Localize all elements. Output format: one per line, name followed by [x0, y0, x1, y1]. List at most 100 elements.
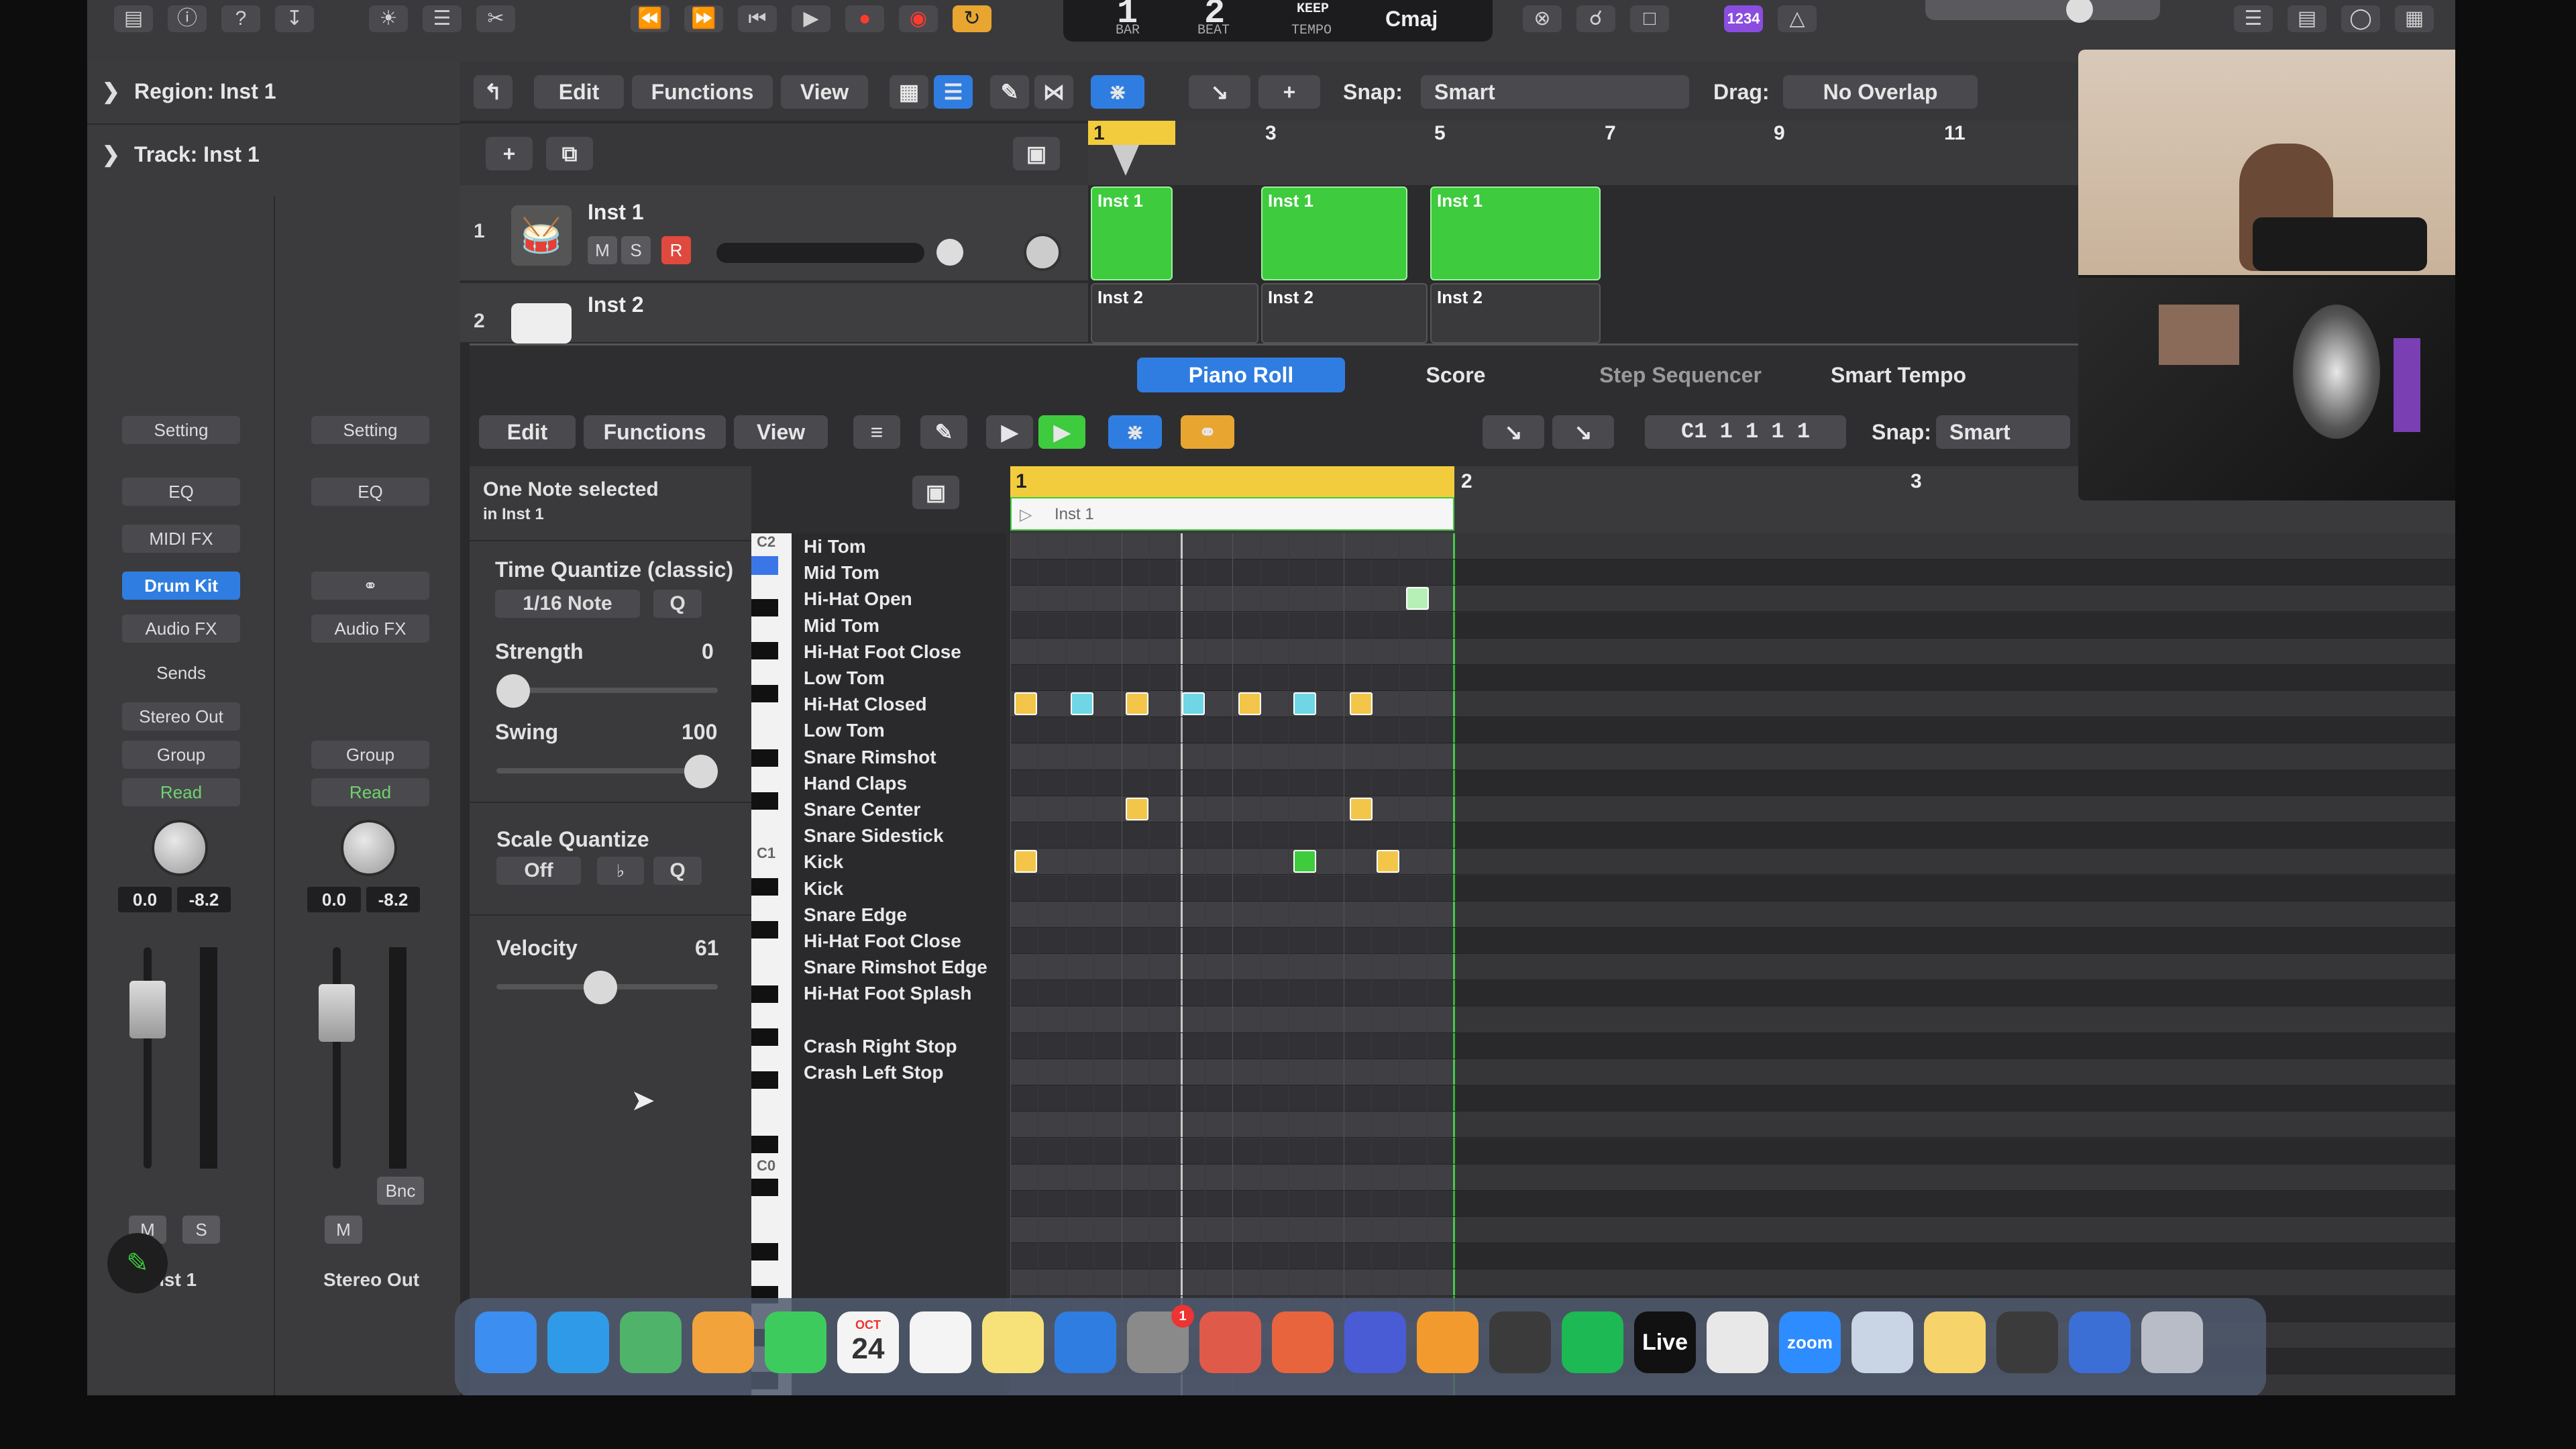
dock-spotify-icon[interactable] [1562, 1311, 1623, 1373]
track-record-button[interactable]: R [661, 236, 691, 264]
dock-zoom-icon[interactable]: zoom [1779, 1311, 1841, 1373]
midi-note[interactable] [1293, 850, 1316, 873]
midi-note[interactable] [1350, 798, 1373, 820]
velocity-slider-thumb[interactable] [584, 971, 617, 1004]
mixer-icon[interactable]: ☰ [423, 5, 462, 32]
view-menu[interactable]: View [781, 75, 868, 109]
info-icon[interactable]: ⓘ [168, 5, 207, 32]
scale-quantize-apply-button[interactable]: Q [653, 857, 702, 885]
dock-garageband-icon[interactable] [1417, 1311, 1479, 1373]
setting-button[interactable]: Setting [311, 416, 429, 444]
track-volume-slider[interactable] [716, 243, 924, 263]
output-button[interactable]: Stereo Out [122, 702, 240, 731]
editor-cycle-region[interactable] [1010, 466, 1454, 497]
catch-icon[interactable]: ▣ [912, 476, 959, 509]
master-volume-slider[interactable] [1925, 0, 2160, 20]
duplicate-track-icon[interactable]: ⧉ [546, 137, 593, 170]
smart-controls-icon[interactable]: ☀ [369, 5, 408, 32]
dock-folder-icon[interactable] [1924, 1311, 1986, 1373]
go-to-start-icon[interactable]: ⏮ [738, 5, 777, 32]
midi-note[interactable] [1182, 692, 1205, 716]
close-circle-icon[interactable]: ⊗ [1523, 5, 1562, 32]
library-icon[interactable]: ▤ [114, 5, 153, 32]
scale-quantize-select[interactable]: Off [496, 857, 581, 885]
bounce-button[interactable]: Bnc [377, 1177, 424, 1205]
audio-fx-button[interactable]: Audio FX [122, 614, 240, 643]
black-key[interactable] [751, 1028, 778, 1046]
dock-launchpad-icon[interactable] [1199, 1311, 1261, 1373]
midi-note[interactable] [1406, 587, 1429, 610]
dock-safari-icon[interactable] [547, 1311, 609, 1373]
functions-menu[interactable]: Functions [632, 75, 773, 109]
region-play-icon[interactable]: ▷ [1020, 505, 1032, 525]
flex-icon[interactable]: ⋇ [1091, 75, 1144, 109]
snap-select[interactable]: Smart [1936, 415, 2070, 449]
region[interactable]: Inst 2 [1261, 283, 1428, 343]
dock-logic-icon[interactable] [1489, 1311, 1551, 1373]
pencil-icon[interactable]: ✎ [107, 1233, 168, 1293]
cycle-icon[interactable]: ↻ [953, 5, 991, 32]
snap-select[interactable]: Smart [1421, 75, 1689, 109]
black-key[interactable] [751, 878, 778, 896]
group-button[interactable]: Group [311, 741, 429, 769]
add-track-icon[interactable]: + [486, 137, 533, 170]
black-key[interactable] [751, 1179, 778, 1196]
link-icon[interactable]: ⚭ [311, 572, 429, 600]
time-quantize-select[interactable]: 1/16 Note [495, 590, 640, 618]
dock-downloads-icon[interactable] [1996, 1311, 2058, 1373]
region[interactable]: Inst 2 [1430, 283, 1601, 343]
region[interactable]: Inst 1 [1261, 186, 1407, 280]
editor-region-header[interactable]: ▷ Inst 1 [1010, 497, 1454, 531]
playhead[interactable] [1112, 145, 1139, 176]
editor-functions-menu[interactable]: Functions [584, 415, 726, 449]
region[interactable]: Inst 2 [1091, 283, 1258, 343]
mute-button[interactable]: M [325, 1216, 362, 1244]
midi-note[interactable] [1014, 692, 1037, 716]
edit-menu[interactable]: Edit [534, 75, 624, 109]
selected-key[interactable] [751, 556, 778, 575]
notepad-icon[interactable]: ▤ [2288, 5, 2326, 32]
solo-button[interactable]: S [182, 1216, 220, 1244]
quantize-apply-button[interactable]: Q [653, 590, 702, 618]
piano-roll-grid[interactable] [1010, 533, 2455, 1395]
loop-browser-icon[interactable]: ◯ [2341, 5, 2380, 32]
track-solo-button[interactable]: S [621, 236, 651, 264]
volume-fader[interactable] [319, 984, 355, 1042]
editor-edit-menu[interactable]: Edit [479, 415, 576, 449]
piano-keyboard[interactable]: C2 C1 C0 [751, 533, 792, 1395]
midi-out-icon[interactable]: ▶ [1038, 415, 1085, 449]
dock-messages-icon[interactable] [765, 1311, 826, 1373]
rewind-icon[interactable]: ⏪ [631, 5, 669, 32]
automation-mode-button[interactable]: Read [122, 778, 240, 806]
dock-maps-icon[interactable] [620, 1311, 682, 1373]
record-icon[interactable]: ● [845, 5, 884, 32]
editors-icon[interactable]: ✂ [476, 5, 515, 32]
automation-mode-button[interactable]: Read [311, 778, 429, 806]
eq-button[interactable]: EQ [311, 478, 429, 506]
drag-select[interactable]: No Overlap [1783, 75, 1978, 109]
dock-stack-icon[interactable] [2069, 1311, 2131, 1373]
black-key[interactable] [751, 921, 778, 938]
instrument-slot[interactable]: Drum Kit [122, 572, 240, 600]
plus-tool-icon[interactable]: + [1258, 75, 1320, 109]
pencil-tool-icon[interactable]: ✎ [990, 75, 1029, 109]
grid-view-icon[interactable]: ▦ [890, 75, 928, 109]
pan-knob[interactable] [152, 820, 208, 876]
metronome-icon[interactable]: △ [1778, 5, 1817, 32]
browser-icon[interactable]: ▦ [2395, 5, 2434, 32]
toolbar-icon[interactable]: ↧ [275, 5, 314, 32]
black-key[interactable] [751, 1243, 778, 1260]
black-key[interactable] [751, 1071, 778, 1089]
back-icon[interactable]: ↰ [474, 75, 513, 109]
midi-note[interactable] [1014, 850, 1037, 873]
count-in-icon[interactable]: 1234 [1724, 5, 1763, 32]
dock-live-icon[interactable]: Live [1634, 1311, 1696, 1373]
tuner-icon[interactable]: ☌ [1576, 5, 1615, 32]
dock-clock-icon[interactable] [1707, 1311, 1768, 1373]
black-key[interactable] [751, 642, 778, 659]
setting-button[interactable]: Setting [122, 416, 240, 444]
play-icon[interactable]: ▶ [792, 5, 830, 32]
list-view-icon[interactable]: ☰ [934, 75, 973, 109]
pointer-tool-icon[interactable]: ↘ [1189, 75, 1250, 109]
scale-key-icon[interactable]: ♭ [597, 857, 644, 885]
